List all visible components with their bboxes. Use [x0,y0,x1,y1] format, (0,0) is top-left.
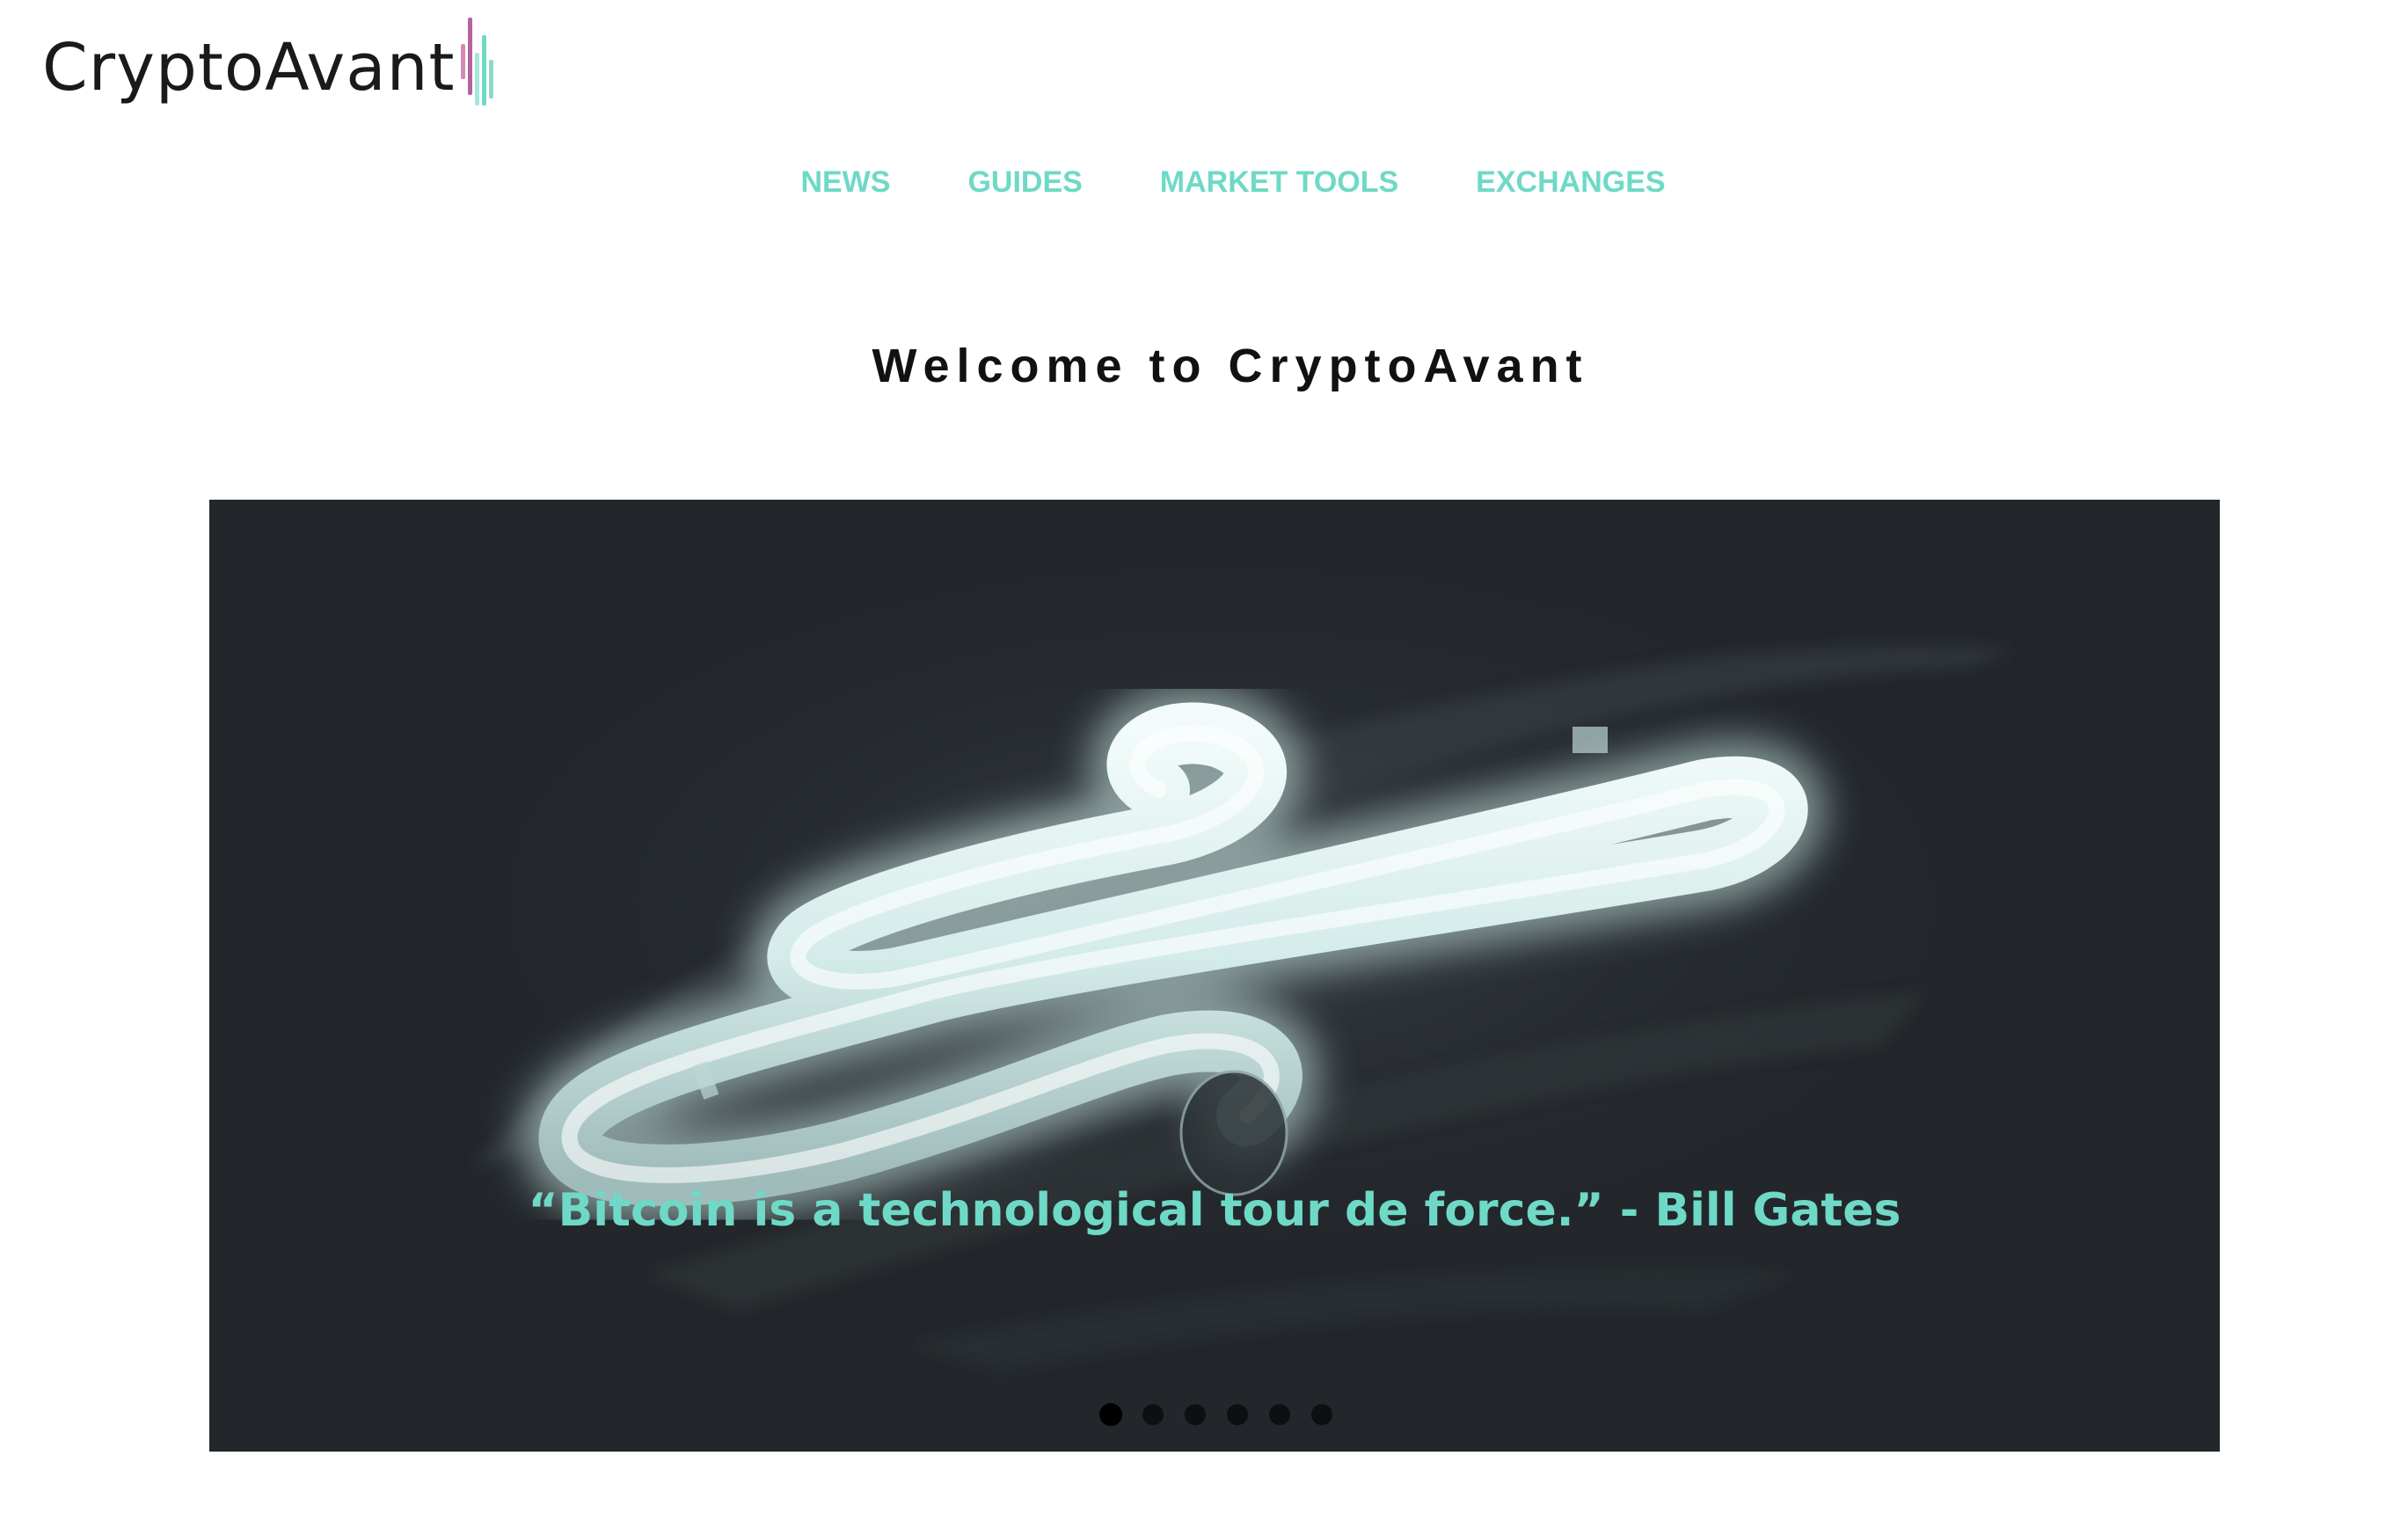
slider-dot-6[interactable] [1311,1404,1332,1425]
nav-item-market-tools[interactable]: MARKET TOOLS [1160,165,1398,200]
slider-dot-3[interactable] [1185,1404,1206,1425]
nav-item-exchanges[interactable]: EXCHANGES [1476,165,1665,200]
slider-dots [209,1404,2220,1425]
page-title: Welcome to CryptoAvant [872,340,1589,392]
slider-dot-4[interactable] [1227,1404,1248,1425]
logo[interactable]: CryptoAvant [42,9,496,106]
nav-item-news[interactable]: NEWS [800,165,890,200]
hero-quote: “Bitcoin is a technological tour de forc… [528,1184,1901,1237]
slider-dot-2[interactable] [1142,1404,1164,1425]
page: CryptoAvant NEWS GUIDES MARKET TOOLS EXC… [0,0,2408,1529]
nav-item-guides[interactable]: GUIDES [967,165,1082,200]
logo-text: CryptoAvant [42,30,456,106]
hero-slider[interactable]: “Bitcoin is a technological tour de forc… [209,500,2220,1452]
main-nav: NEWS GUIDES MARKET TOOLS EXCHANGES [0,165,2408,200]
logo-mark-icon [460,18,496,106]
slider-dot-5[interactable] [1269,1404,1290,1425]
neon-tube-image [209,500,2220,1452]
slider-dot-1[interactable] [1100,1404,1121,1425]
